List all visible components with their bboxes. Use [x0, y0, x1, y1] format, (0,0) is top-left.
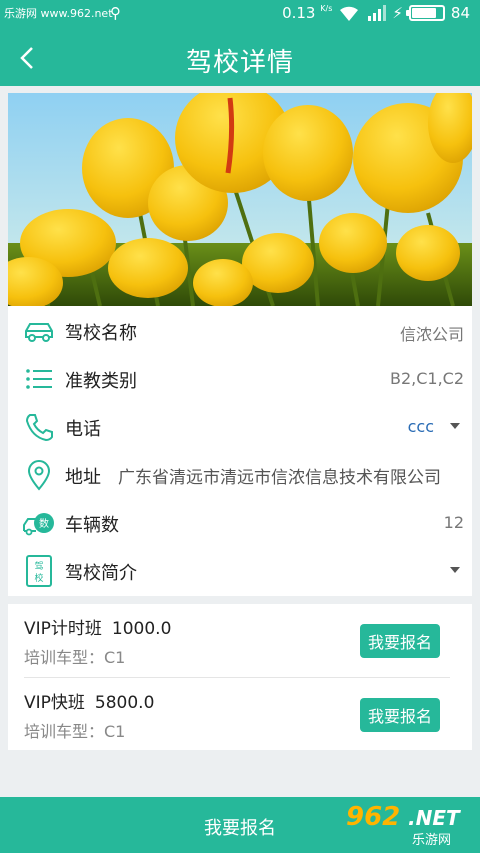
usb-icon: ⚲: [110, 4, 121, 22]
course-list: VIP计时班 1000.0 培训车型：C1 我要报名 VIP快班 5800.0 培训…: [8, 604, 472, 750]
logo-net: .NET: [408, 806, 460, 830]
course-price: 1000.0: [111, 619, 172, 639]
course-car-type: 培训车型：C1: [24, 722, 126, 741]
watermark-text: 乐游网 www.962.net: [4, 7, 113, 20]
page-title: 驾校详情: [185, 48, 294, 78]
school-name-label: 驾校名称: [65, 323, 137, 344]
course-name: VIP计时班: [24, 619, 102, 639]
title-bar: 驾校详情: [0, 30, 480, 86]
wifi-icon: [340, 6, 359, 21]
vehicle-count-row: 数 车辆数 12: [8, 499, 472, 547]
battery-icon: [405, 5, 445, 21]
phone-value[interactable]: ccc: [408, 417, 434, 436]
address-label: 地址: [65, 467, 101, 488]
dropdown-arrow-icon[interactable]: [450, 423, 460, 429]
banner-image: [8, 93, 472, 306]
vehicle-count-label: 车辆数: [65, 515, 119, 536]
course-item: VIP快班 5800.0 培训车型：C1 我要报名: [8, 678, 472, 750]
course-car-type: 培训车型：C1: [24, 648, 126, 667]
logo-number: 962: [346, 802, 401, 832]
expand-arrow-icon[interactable]: [450, 567, 460, 573]
license-type-row: 准教类别 B2,C1,C2: [8, 355, 472, 403]
school-info-card: 驾校名称 信浓公司 准教类别 B2,C1,C2 电话 ccc 地址 广东省清远市…: [8, 306, 472, 596]
location-pin-icon: [27, 460, 51, 491]
car-icon: [25, 323, 53, 342]
phone-label: 电话: [65, 419, 101, 440]
svg-text:数: 数: [39, 517, 49, 530]
bottom-enroll-bar[interactable]: 我要报名 962 .NET 乐游网: [0, 797, 480, 853]
school-intro-icon: 驾 校: [26, 555, 52, 587]
school-name-value: 信浓公司: [399, 325, 464, 344]
license-type-label: 准教类别: [65, 371, 137, 392]
watermark-logo: 962 .NET 乐游网: [346, 802, 474, 848]
svg-text:驾: 驾: [34, 561, 43, 572]
enroll-button[interactable]: 我要报名: [360, 698, 440, 732]
school-intro-label: 驾校简介: [65, 563, 137, 584]
phone-icon: [25, 414, 53, 442]
battery-level: 84: [450, 4, 470, 22]
address-row: 地址 广东省清远市清远市信浓信息技术有限公司: [8, 451, 472, 499]
course-item: VIP计时班 1000.0 培训车型：C1 我要报名: [8, 604, 472, 676]
vehicle-count-icon: 数: [23, 513, 54, 536]
license-type-value: B2,C1,C2: [389, 369, 464, 388]
logo-cn: 乐游网: [412, 833, 452, 848]
course-name: VIP快班: [24, 693, 85, 713]
list-icon: [26, 369, 52, 389]
network-speed: 0.13 K/s: [282, 4, 333, 22]
course-price: 5800.0: [94, 693, 155, 713]
svg-text:校: 校: [34, 572, 43, 584]
school-name-row: 驾校名称 信浓公司: [8, 307, 472, 355]
school-intro-row[interactable]: 驾 校 驾校简介: [8, 547, 472, 595]
signal-icon: [368, 5, 387, 21]
address-value: 广东省清远市清远市信浓信息技术有限公司: [118, 468, 441, 488]
charging-icon: ⚡: [392, 4, 403, 22]
status-bar: 乐游网 www.962.net ⚲ 0.13 K/s ⚡ 84: [0, 0, 480, 30]
vehicle-count-value: 12: [443, 513, 464, 532]
phone-row[interactable]: 电话 ccc: [8, 403, 472, 451]
enroll-button[interactable]: 我要报名: [360, 624, 440, 658]
